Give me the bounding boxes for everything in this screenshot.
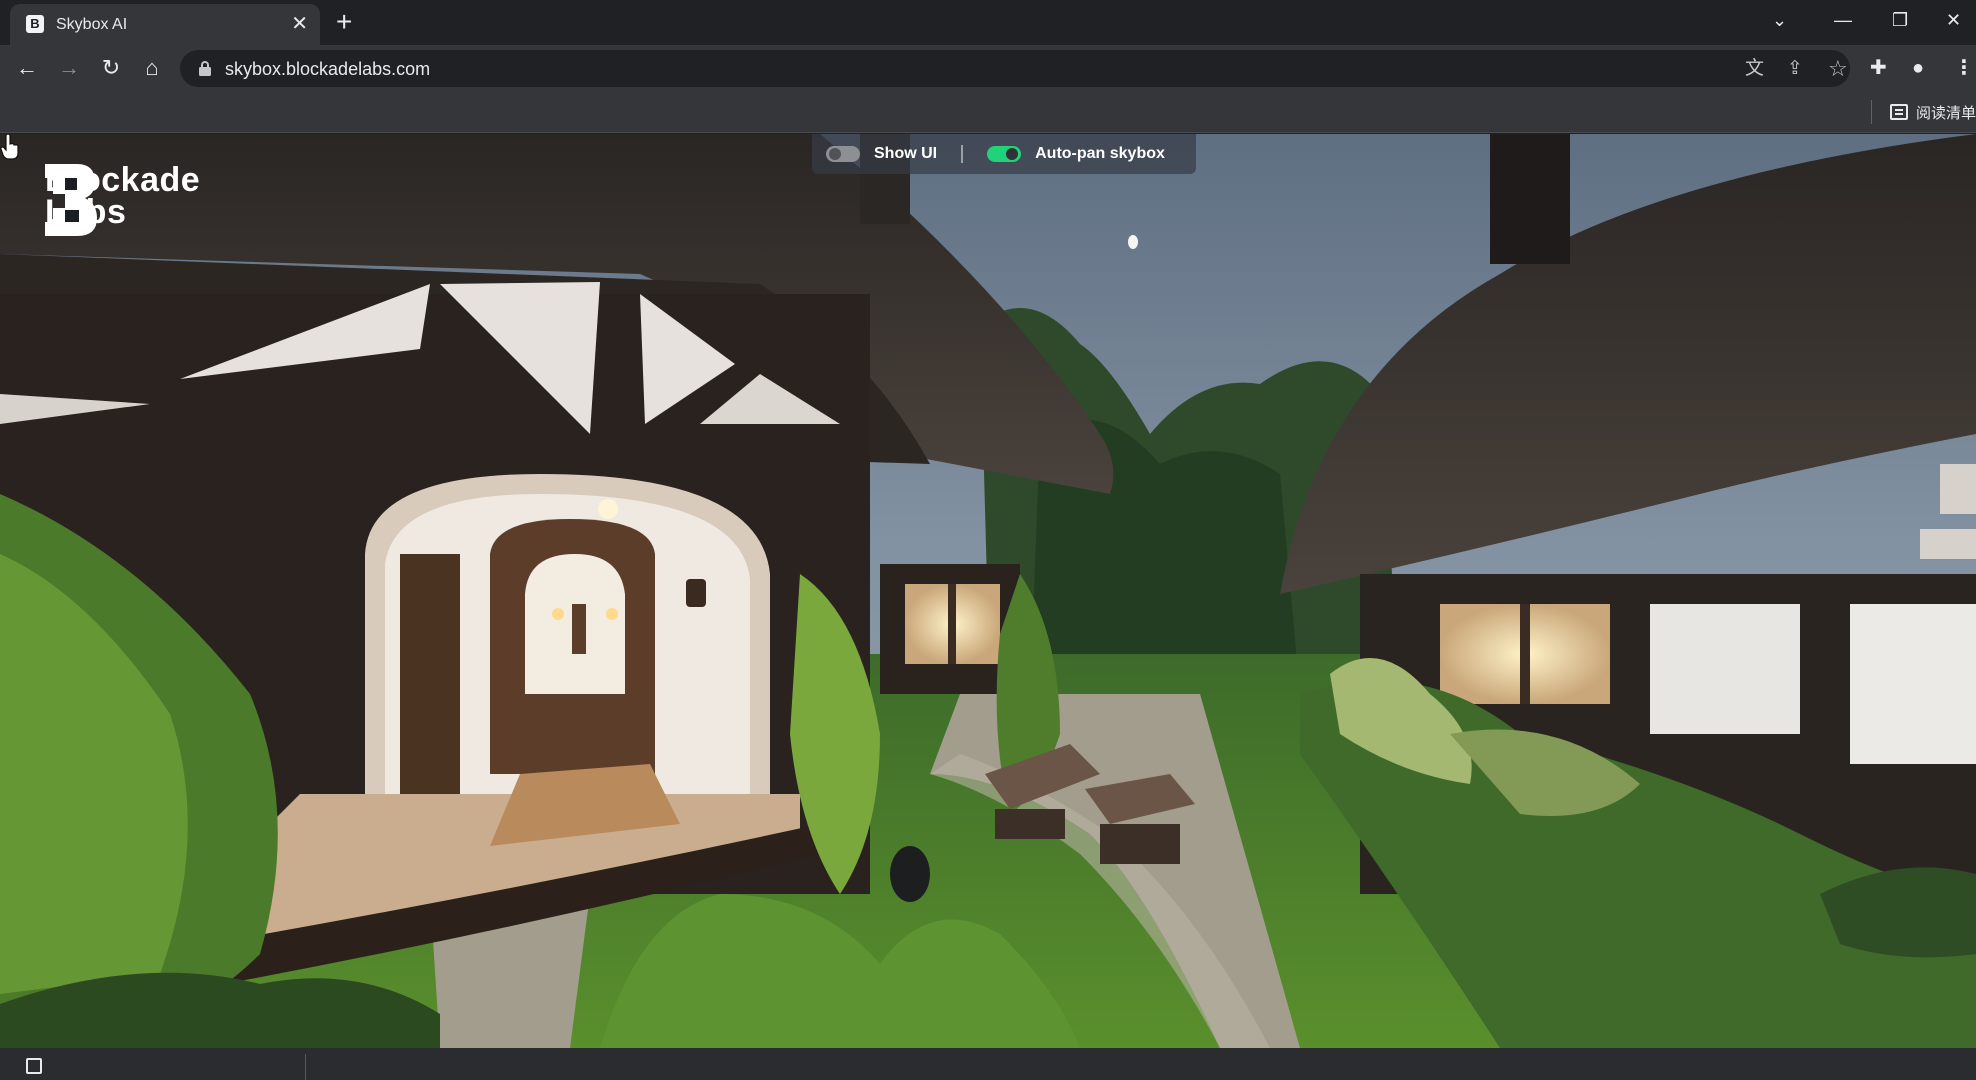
blockade-labs-logo[interactable]: Blockade Labs [45,163,200,236]
home-icon[interactable]: ⌂ [137,53,167,83]
browser-toolbar: ← → ↻ ⌂ skybox.blockadelabs.com 文 ⇪ ☆ ✚ … [0,45,1976,92]
tab-favicon-icon: B [26,15,44,33]
reading-list-label: 阅读清单 [1915,104,1976,122]
window-close-icon[interactable]: ✕ [1946,6,1961,34]
minimize-icon[interactable]: — [1834,6,1852,34]
tab-close-icon[interactable]: ✕ [291,13,308,35]
tab-title: Skybox AI [56,16,128,33]
tab-strip: B Skybox AI ✕ + ⌄ — ❐ ✕ [0,0,1976,45]
reading-list-button[interactable]: 阅读清单 [1870,100,1976,124]
skybox-viewport[interactable]: Blockade Labs Show UI Auto-pan skybox [0,134,1976,1048]
share-icon[interactable]: ⇪ [1787,57,1803,81]
back-icon[interactable]: ← [12,53,42,83]
auto-pan-toggle[interactable] [987,146,1022,162]
skybox-scene-image [0,134,1976,1048]
translate-icon[interactable]: 文 [1745,57,1764,81]
download-file-icon[interactable] [26,1058,42,1074]
url-text[interactable]: skybox.blockadelabs.com [225,59,430,80]
show-ui-toggle[interactable] [826,146,860,162]
hand-pointer-cursor-icon [0,134,19,160]
reading-list-icon [1889,104,1908,120]
forward-icon[interactable]: → [54,53,84,83]
bookmarks-bar: 阅读清单 [0,92,1976,133]
lock-icon[interactable] [198,60,212,76]
reload-icon[interactable]: ↻ [96,53,126,83]
show-ui-toggle-knob [829,148,841,160]
profile-avatar-icon[interactable]: ● [1912,55,1924,81]
new-tab-button[interactable]: + [336,7,352,37]
restore-icon[interactable]: ❐ [1892,6,1908,34]
downloads-divider [305,1054,306,1080]
auto-pan-label[interactable]: Auto-pan skybox [1035,145,1165,163]
address-bar[interactable]: skybox.blockadelabs.com 文 ⇪ ☆ [180,50,1850,87]
browser-menu-icon[interactable]: ⋮ [1954,55,1974,81]
bookmark-star-icon[interactable]: ☆ [1828,57,1848,81]
tab-search-icon[interactable]: ⌄ [1772,6,1787,34]
tab-skybox-ai[interactable]: B Skybox AI ✕ [10,4,320,45]
show-ui-label[interactable]: Show UI [874,145,937,163]
viewer-controls-bar: Show UI Auto-pan skybox [812,134,1196,174]
auto-pan-toggle-knob [1006,148,1019,160]
extensions-puzzle-icon[interactable]: ✚ [1870,55,1887,81]
blockade-logo-mark-icon [45,164,97,236]
downloads-bar [0,1048,1976,1080]
controls-divider [961,145,964,163]
